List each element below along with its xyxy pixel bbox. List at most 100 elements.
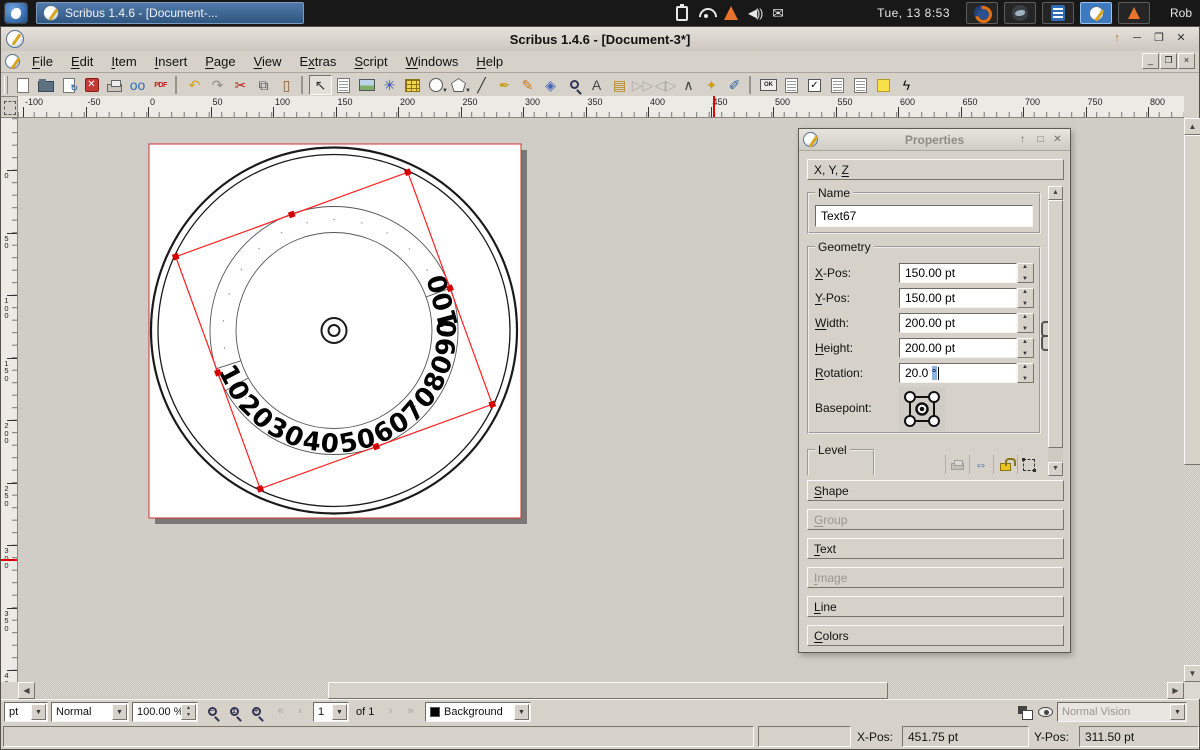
edit-contents-tool[interactable]: A [585,75,608,95]
mdi-restore-button[interactable]: ❐ [1160,53,1177,69]
scroll-down-button[interactable]: ▼ [1184,665,1200,682]
xpos-field[interactable]: 150.00 pt [899,263,1017,283]
zoom-tool[interactable] [562,75,585,95]
pdf-text-field-tool[interactable] [780,75,803,95]
close-button[interactable]: ✕ [1171,30,1191,47]
document-window-icon[interactable] [5,54,20,69]
insert-freehand-tool[interactable]: ✎ [516,75,539,95]
paste-button[interactable]: ▯ [275,75,298,95]
scroll-up-button[interactable]: ▲ [1184,118,1200,135]
horizontal-scrollbar[interactable]: ◀ ▶ [18,682,1184,699]
pdf-text-annotation-tool[interactable] [872,75,895,95]
pdf-push-button-tool[interactable]: OK [757,75,780,95]
palette-scroll-up-button[interactable]: ▲ [1048,186,1063,200]
width-field[interactable]: 200.00 pt [899,313,1017,333]
mdi-minimize-button[interactable]: _ [1142,53,1159,69]
zoom-100-button[interactable]: 1 [223,703,243,721]
save-button[interactable]: ↻ [57,75,80,95]
xpos-spinner[interactable] [1017,263,1034,283]
height-field[interactable]: 200.00 pt [899,338,1017,358]
window-titlebar[interactable]: Scribus 1.4.6 - [Document-3*] ↑ ─ ❐ ✕ [1,27,1199,51]
scroll-right-button[interactable]: ▶ [1167,682,1184,699]
ypos-spinner[interactable] [1017,288,1034,308]
launcher-scribus[interactable] [1080,2,1112,24]
section-colors[interactable]: Colors [807,625,1064,646]
height-spinner[interactable] [1017,338,1034,358]
launcher-thunderbird[interactable] [1004,2,1036,24]
eyedropper-tool[interactable]: ✐ [723,75,746,95]
insert-text-frame-tool[interactable] [332,75,355,95]
item-name-input[interactable]: Text67 [815,205,1033,227]
layer-indicator-icon[interactable] [1015,703,1035,721]
basepoint-selector[interactable] [899,387,945,431]
unit-select[interactable]: pt▼ [4,702,48,722]
lock-icon[interactable] [993,455,1016,474]
rotation-field[interactable]: 20.0 ° [899,363,1017,383]
menu-item[interactable]: Item [102,52,145,71]
menu-view[interactable]: View [245,52,291,71]
last-page-button[interactable]: » [401,703,420,721]
taskbar-window-button[interactable]: Scribus 1.4.6 - [Document-... [36,2,304,24]
volume-icon[interactable]: ◀)) [748,6,762,20]
menu-page[interactable]: Page [196,52,244,71]
tab-xyz[interactable]: X, Y, Z [807,159,1064,180]
pdf-checkbox-tool[interactable]: ✓ [803,75,826,95]
export-pdf-button[interactable]: PDF [149,75,172,95]
insert-polygon-tool[interactable]: ▼ [447,75,470,95]
rotate-item-tool[interactable]: ◈ [539,75,562,95]
story-editor-tool[interactable]: ▤ [608,75,631,95]
preflight-verifier-button[interactable]: oo [126,75,149,95]
section-line[interactable]: Line [807,596,1064,617]
mail-icon[interactable]: ✉ [772,5,784,22]
previous-page-button[interactable]: ‹ [291,703,310,721]
rotation-spinner[interactable] [1017,363,1034,383]
undo-button[interactable]: ↶ [183,75,206,95]
print-button[interactable] [103,75,126,95]
insert-render-frame-tool[interactable]: ✳ [378,75,401,95]
wifi-icon[interactable] [698,8,714,19]
menu-insert[interactable]: Insert [146,52,197,71]
scroll-left-button[interactable]: ◀ [18,682,35,699]
pdf-list-box-tool[interactable] [849,75,872,95]
insert-shape-tool[interactable]: ▼ [424,75,447,95]
vision-defect-select[interactable]: Normal Vision▼ [1057,702,1187,722]
launcher-firefox[interactable] [966,2,998,24]
vlc-icon[interactable] [724,6,738,20]
width-spinner[interactable] [1017,313,1034,333]
horizontal-scroll-thumb[interactable] [328,682,888,699]
vertical-ruler[interactable]: 05 01 0 01 5 02 0 02 5 03 0 03 5 04 0 0 [1,118,18,682]
menu-help[interactable]: Help [467,52,512,71]
zoom-out-button[interactable]: − [201,703,221,721]
properties-palette[interactable]: Properties ↑ □ ✕ X, Y, Z Name Text67 Geo… [798,128,1071,653]
palette-close-button[interactable]: ✕ [1050,133,1065,147]
redo-button[interactable]: ↷ [206,75,229,95]
palette-scrollbar[interactable]: ▲ ▼ [1048,186,1063,476]
ypos-field[interactable]: 150.00 pt [899,288,1017,308]
zoom-in-button[interactable]: + [245,703,265,721]
palette-maximize-button[interactable]: □ [1033,133,1048,147]
measurements-tool[interactable]: ∧ [677,75,700,95]
printing-disabled-icon[interactable] [945,455,968,474]
flip-horizontal-icon[interactable]: ⇔ [969,455,992,474]
rollup-button[interactable]: ↑ [1107,30,1127,47]
link-text-frames-tool[interactable]: ▷▷ [631,75,654,95]
pdf-link-annotation-tool[interactable]: ϟ [895,75,918,95]
zoom-level-spinbox[interactable]: 100.00 %▲▼ [132,702,198,722]
menu-file[interactable]: File [23,52,62,71]
clipboard-icon[interactable] [676,6,688,21]
menu-extras[interactable]: Extras [291,52,346,71]
insert-table-tool[interactable] [401,75,424,95]
palette-titlebar[interactable]: Properties ↑ □ ✕ [799,129,1070,151]
first-page-button[interactable]: « [271,703,290,721]
insert-line-tool[interactable]: ╱ [470,75,493,95]
copy-button[interactable]: ⧉ [252,75,275,95]
unlink-text-frames-tool[interactable]: ◁▷ [654,75,677,95]
launcher-text-editor[interactable] [1042,2,1074,24]
pdf-combo-box-tool[interactable] [826,75,849,95]
horizontal-ruler[interactable]: -100-50050100150200250300350400450500550… [18,96,1184,118]
preview-eye-icon[interactable] [1035,703,1055,721]
launcher-vlc[interactable] [1118,2,1150,24]
menu-windows[interactable]: Windows [397,52,468,71]
copy-item-properties-tool[interactable]: ✦ [700,75,723,95]
open-button[interactable] [34,75,57,95]
